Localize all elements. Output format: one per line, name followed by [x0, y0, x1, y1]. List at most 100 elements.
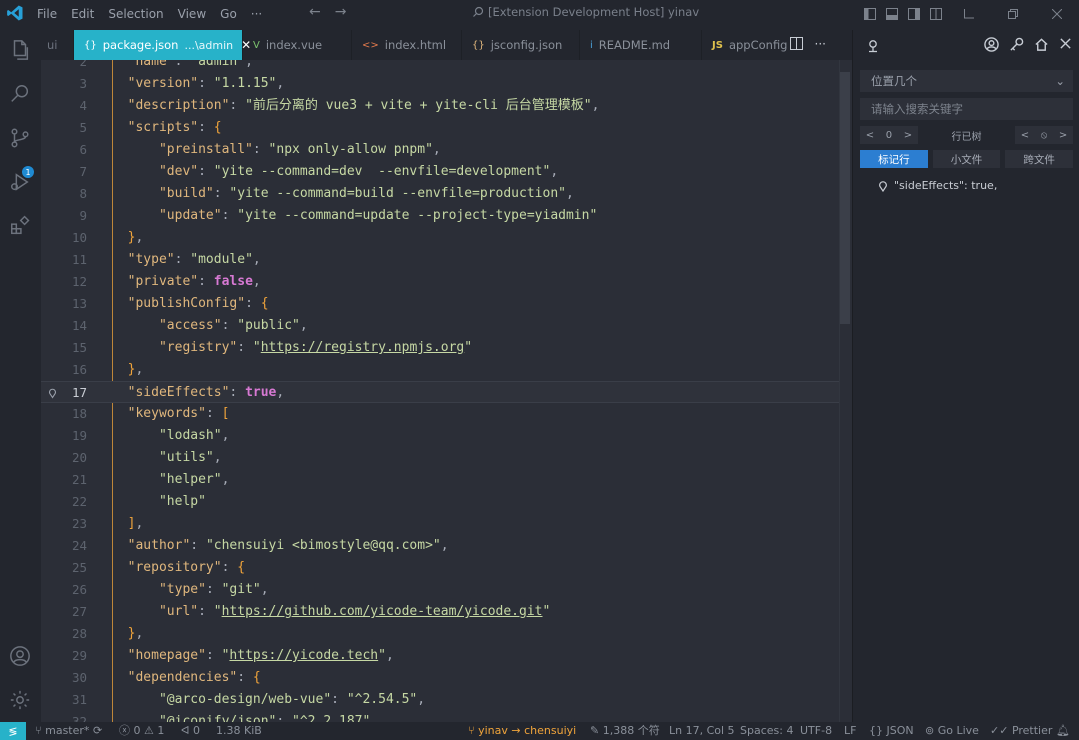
code-line[interactable]: 28 }, — [41, 623, 839, 645]
toggle-panel-icon[interactable] — [881, 0, 903, 27]
tab-readme-md[interactable]: i README.md — [580, 30, 702, 60]
code-line[interactable]: 23 ], — [41, 513, 839, 535]
code-line[interactable]: 12 "private": false, — [41, 271, 839, 293]
problems-status[interactable]: ⓧ 0 ⚠ 1 — [119, 722, 164, 740]
code-line[interactable]: 32 "@iconify/json": "^2.2.187", — [41, 711, 839, 722]
extensions-icon[interactable] — [8, 214, 32, 238]
code-editor[interactable]: 2 "name": "admin", 3 "version": "1.1.15",… — [41, 60, 852, 722]
code-line[interactable]: 29 "homepage": "https://yicode.tech", — [41, 645, 839, 667]
code-line[interactable]: 31 "@arco-design/web-vue": "^2.54.5", — [41, 689, 839, 711]
source-control-icon[interactable] — [8, 126, 32, 150]
code-line[interactable]: 3 "version": "1.1.15", — [41, 73, 839, 95]
next-line-button[interactable]: > — [904, 130, 912, 141]
code-line[interactable]: 4 "description": "前后分离的 vue3 + vite + yi… — [41, 95, 839, 117]
code-line[interactable]: 7 "dev": "yite --command=dev --envfile=d… — [41, 161, 839, 183]
home-icon[interactable] — [1034, 37, 1049, 52]
code-line[interactable]: 22 "help" — [41, 491, 839, 513]
line-code: }, — [127, 230, 144, 245]
location-select[interactable]: 位置几个 ⌄ — [860, 70, 1073, 92]
tab-partial[interactable]: ui — [41, 30, 74, 60]
minimize-icon[interactable] — [947, 0, 991, 27]
code-line[interactable]: 17 "sideEffects": true, — [41, 381, 839, 403]
code-line[interactable]: 27 "url": "https://github.com/yicode-tea… — [41, 601, 839, 623]
code-line[interactable]: 15 "registry": "https://registry.npmjs.o… — [41, 337, 839, 359]
toggle-primary-sidebar-icon[interactable] — [859, 0, 881, 27]
menu-edit[interactable]: Edit — [71, 7, 94, 21]
panel-header — [853, 30, 1079, 60]
next-file-button[interactable]: > — [1059, 130, 1067, 141]
menu-selection[interactable]: Selection — [108, 7, 163, 21]
code-line[interactable]: 5 "scripts": { — [41, 117, 839, 139]
command-center[interactable]: [Extension Development Host] yinav — [472, 5, 699, 19]
cross-file-button[interactable]: 跨文件 — [1005, 150, 1074, 168]
code-line[interactable]: 2 "name": "admin", — [41, 60, 839, 73]
account-icon[interactable] — [8, 644, 32, 668]
close-window-icon[interactable] — [1035, 0, 1079, 27]
code-line[interactable]: 25 "repository": { — [41, 557, 839, 579]
menu-more[interactable]: ··· — [251, 7, 262, 21]
back-arrow-icon[interactable]: ← — [309, 4, 321, 20]
code-line[interactable]: 24 "author": "chensuiyi <bimostyle@qq.co… — [41, 535, 839, 557]
tab-jsconfig-json[interactable]: {} jsconfig.json — [462, 30, 580, 60]
run-debug-icon[interactable] — [8, 170, 32, 194]
encoding-status[interactable]: UTF-8 — [800, 722, 832, 740]
forward-arrow-icon[interactable]: → — [335, 4, 347, 20]
cursor-position[interactable]: Ln 17, Col 5 — [669, 722, 735, 740]
key-icon[interactable] — [1009, 37, 1024, 52]
explorer-icon[interactable] — [8, 38, 32, 62]
code-line[interactable]: 21 "helper", — [41, 469, 839, 491]
code-line[interactable]: 13 "publishConfig": { — [41, 293, 839, 315]
restore-icon[interactable] — [991, 0, 1035, 27]
code-line[interactable]: 11 "type": "module", — [41, 249, 839, 271]
branch-status[interactable]: ⑂ master* — [35, 722, 89, 740]
more-actions-icon[interactable]: ··· — [815, 37, 826, 51]
code-line[interactable]: 30 "dependencies": { — [41, 667, 839, 689]
code-line[interactable]: 14 "access": "public", — [41, 315, 839, 337]
this-file-button[interactable]: 小文件 — [932, 150, 1001, 168]
tab-appconfig[interactable]: JS appConfig — [702, 30, 795, 60]
bookmark-result-item[interactable]: "sideEffects": true, — [878, 179, 997, 192]
toggle-secondary-sidebar-icon[interactable] — [903, 0, 925, 27]
prettier-status[interactable]: ✓✓ Prettier — [990, 722, 1052, 740]
prev-line-button[interactable]: < — [866, 130, 874, 141]
code-line[interactable]: 26 "type": "git", — [41, 579, 839, 601]
code-line[interactable]: 20 "utils", — [41, 447, 839, 469]
code-line[interactable]: 6 "preinstall": "npx only-allow pnpm", — [41, 139, 839, 161]
sync-icon[interactable]: ⟳ — [93, 722, 102, 740]
eol-status[interactable]: LF — [844, 722, 856, 740]
settings-gear-icon[interactable] — [8, 688, 32, 712]
code-line[interactable]: 19 "lodash", — [41, 425, 839, 447]
split-editor-icon[interactable] — [789, 37, 803, 50]
bookmark-gutter-icon[interactable] — [48, 387, 57, 399]
tab-index-vue[interactable]: V index.vue — [243, 30, 352, 60]
remote-indicator-icon[interactable]: ≶ — [0, 722, 26, 740]
language-status[interactable]: {} JSON — [869, 722, 914, 740]
mark-line-button[interactable]: 标记行 — [860, 150, 928, 168]
git-user-status[interactable]: ⑂ yinav → chensuiyi — [468, 722, 576, 740]
ports-status[interactable]: ᐊ 0 — [181, 722, 200, 740]
tab-index-html[interactable]: <> index.html — [352, 30, 462, 60]
tab-package-json[interactable]: {} package.json ...\admin ✕ — [74, 30, 251, 60]
menu-go[interactable]: Go — [220, 7, 237, 21]
code-line[interactable]: 9 "update": "yite --command=update --pro… — [41, 205, 839, 227]
menu-file[interactable]: File — [37, 7, 57, 21]
customize-layout-icon[interactable] — [925, 0, 947, 27]
code-line[interactable]: 16 }, — [41, 359, 839, 381]
keyword-search-input[interactable]: 请输入搜索关键字 — [860, 98, 1073, 120]
go-live-button[interactable]: ⊚ Go Live — [925, 722, 979, 740]
line-code: "helper", — [158, 472, 230, 487]
pin-icon[interactable] — [867, 39, 879, 53]
close-panel-icon[interactable] — [1059, 37, 1072, 50]
prev-file-button[interactable]: < — [1021, 130, 1029, 141]
vertical-scrollbar[interactable] — [840, 72, 850, 324]
code-line[interactable]: 10 }, — [41, 227, 839, 249]
menu-view[interactable]: View — [178, 7, 206, 21]
clear-icon[interactable]: ⦸ — [1041, 130, 1048, 141]
search-view-icon[interactable] — [8, 82, 32, 106]
user-circle-icon[interactable] — [984, 37, 999, 52]
code-line[interactable]: 8 "build": "yite --command=build --envfi… — [41, 183, 839, 205]
search-placeholder: 请输入搜索关键字 — [871, 102, 963, 116]
indentation-status[interactable]: Spaces: 4 — [740, 722, 793, 740]
notifications-bell-icon[interactable]: 🔔︎ — [1056, 722, 1070, 740]
code-line[interactable]: 18 "keywords": [ — [41, 403, 839, 425]
